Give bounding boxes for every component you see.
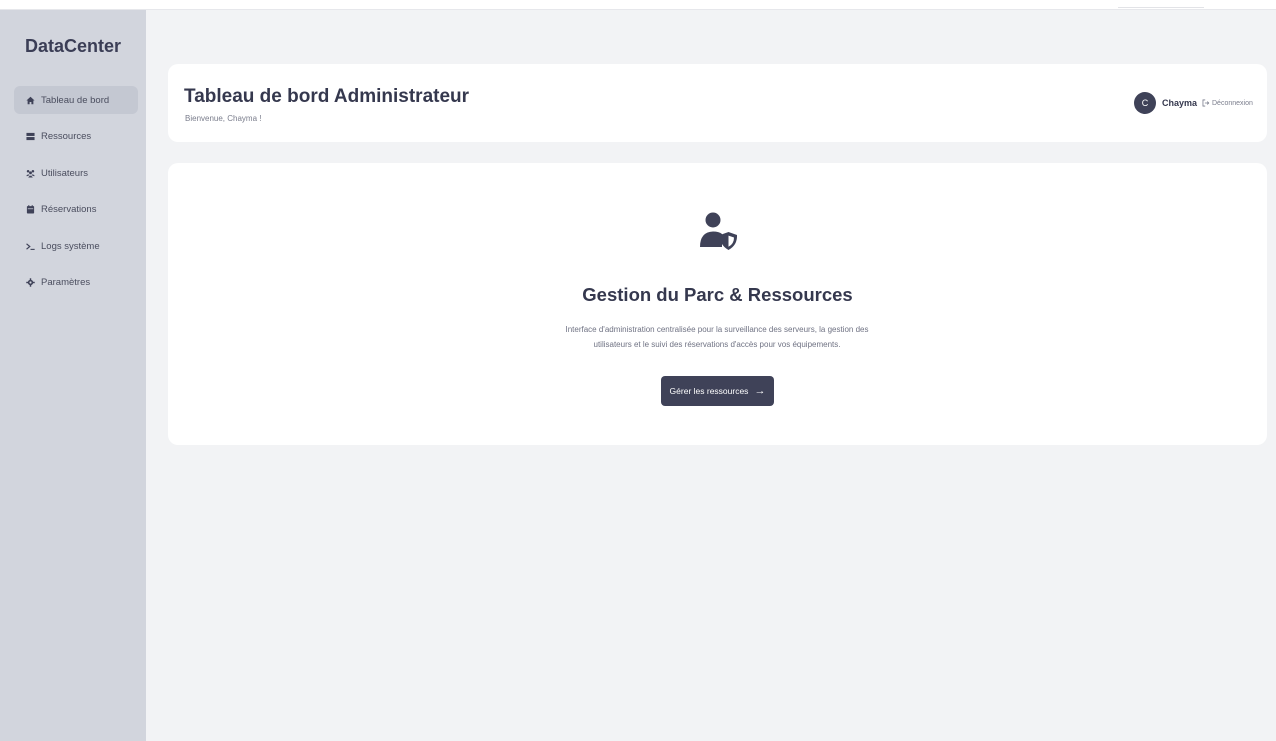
sidebar-item-label: Réservations [41, 204, 97, 215]
avatar[interactable]: C [1134, 92, 1156, 114]
sidebar-item-label: Ressources [41, 131, 92, 142]
sidebar-item-label: Logs système [41, 240, 100, 252]
server-icon [26, 132, 35, 141]
sidebar-item-label: Tableau de bord [41, 94, 110, 106]
username: Chayma [1162, 98, 1198, 108]
sidebar-item-dashboard[interactable]: Tableau de bord [14, 86, 138, 114]
welcome-message: Bienvenue, Chayma ! [185, 114, 262, 123]
users-icon [26, 169, 35, 178]
manage-resources-button[interactable]: Gérer les ressources → [661, 376, 774, 406]
page-title: Tableau de bord Administrateur [184, 86, 470, 107]
user-shield-icon [695, 208, 741, 254]
hero-title: Gestion du Parc & Ressources [582, 284, 853, 305]
sidebar-nav: Tableau de bord Ressources Utilisateurs … [14, 86, 138, 305]
logout-label: Déconnexion [1212, 99, 1253, 107]
sidebar: DataCenter Tableau de bord Ressources Ut… [0, 10, 146, 741]
sidebar-item-reservations[interactable]: Réservations [14, 196, 138, 224]
sidebar-item-logs[interactable]: Logs système [14, 232, 138, 260]
hero-description-line: utilisateurs et le suivi des réservation… [593, 340, 841, 349]
sidebar-item-resources[interactable]: Ressources [14, 123, 138, 151]
calendar-icon [26, 205, 35, 214]
logout-icon [1202, 99, 1210, 107]
manage-resources-label: Gérer les ressources [669, 386, 749, 396]
sidebar-item-label: Utilisateurs [41, 167, 88, 179]
gear-icon [26, 278, 35, 287]
hero-description: Interface d'administration centralisée p… [517, 322, 917, 352]
top-bar [0, 0, 1276, 10]
top-bar-stub [1118, 4, 1204, 8]
logout-button[interactable]: Déconnexion [1202, 99, 1253, 107]
arrow-right-icon: → [754, 384, 766, 397]
terminal-icon [26, 242, 35, 251]
sidebar-item-users[interactable]: Utilisateurs [14, 159, 138, 187]
sidebar-item-settings[interactable]: Paramètres [14, 269, 138, 297]
brand-logo: DataCenter [24, 36, 122, 56]
home-icon [26, 96, 35, 105]
hero-card: Gestion du Parc & Ressources Interface d… [168, 163, 1267, 445]
header-card: Tableau de bord Administrateur Bienvenue… [168, 64, 1267, 142]
hero-description-line: Interface d'administration centralisée p… [565, 325, 869, 334]
sidebar-item-label: Paramètres [41, 277, 91, 288]
